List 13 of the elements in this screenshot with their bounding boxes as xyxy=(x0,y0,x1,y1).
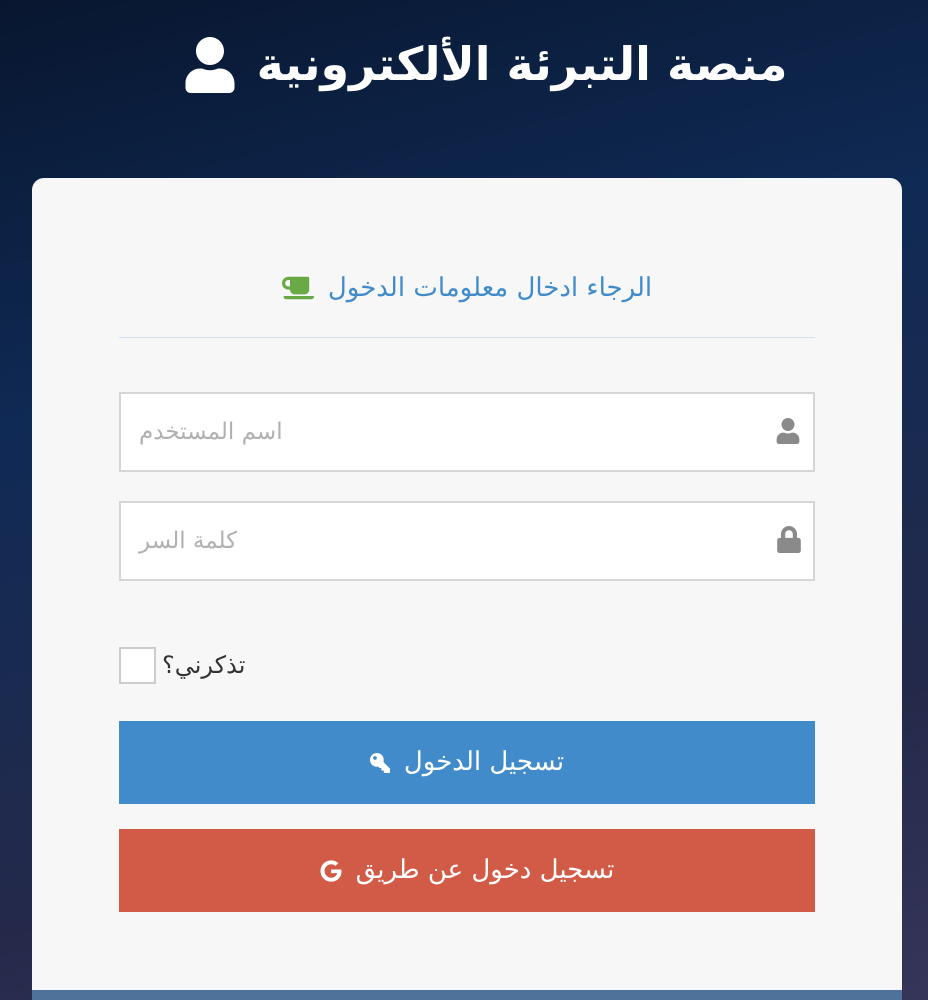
password-field[interactable]: كلمة السر xyxy=(119,501,815,581)
login-heading: الرجاء ادخال معلومات الدخول xyxy=(328,272,652,305)
key-icon xyxy=(370,752,390,772)
username-field[interactable]: اسم المستخدم xyxy=(119,392,815,472)
coffee-cup-icon xyxy=(282,274,314,302)
g-logo-icon xyxy=(320,860,342,882)
google-login-button[interactable]: تسجيل دخول عن طريق xyxy=(119,829,815,912)
remember-label: تذكرني؟ xyxy=(162,650,246,681)
user-icon xyxy=(775,418,801,444)
remember-checkbox[interactable] xyxy=(119,646,156,684)
login-button[interactable]: تسجيل الدخول xyxy=(119,721,815,804)
lock-icon xyxy=(777,526,801,553)
page-title: منصة التبرئة الألكترونية xyxy=(256,36,788,94)
